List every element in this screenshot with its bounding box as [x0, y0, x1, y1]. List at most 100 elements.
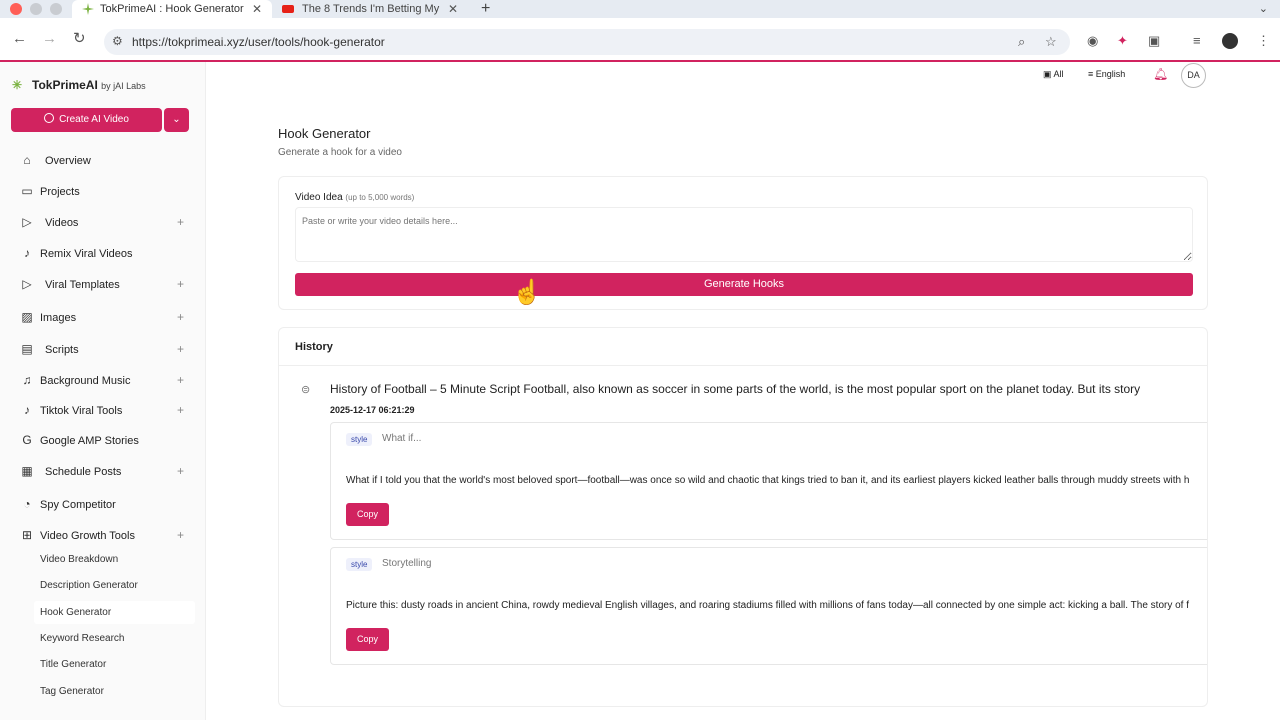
subitem-description-generator[interactable]: Description Generator: [40, 580, 138, 591]
music-icon: ♫: [22, 373, 32, 387]
profile-avatar-icon[interactable]: [1222, 33, 1238, 49]
video-idea-hint: (up to 5,000 words): [345, 193, 415, 202]
spy-icon: ◔: [23, 497, 31, 511]
grid-icon: ⊞: [21, 528, 33, 542]
subitem-tag-generator[interactable]: Tag Generator: [40, 686, 104, 697]
sidebar-item-label: Google AMP Stories: [40, 435, 139, 447]
sidebar-item-overview[interactable]: ⌂ Overview: [0, 150, 205, 172]
media-controls-icon[interactable]: ≡: [1193, 33, 1201, 48]
reload-icon[interactable]: ↻: [73, 30, 86, 48]
history-entry-icon: ⊜: [301, 384, 311, 396]
sidebar-item-label: Scripts: [45, 344, 79, 356]
hook-card: style Storytelling Picture this: dusty r…: [330, 547, 1207, 665]
tab-title: The 8 Trends I'm Betting My: [302, 3, 440, 15]
menu-lines-icon: ≡: [1088, 69, 1094, 79]
extensions-puzzle-icon[interactable]: ▣: [1148, 33, 1160, 49]
bookmark-star-icon[interactable]: ☆: [1045, 34, 1057, 50]
hook-text: What if I told you that the world's most…: [346, 475, 1190, 486]
video-idea-label-text: Video Idea: [295, 192, 343, 203]
history-entry-title[interactable]: History of Football – 5 Minute Script Fo…: [330, 382, 1140, 396]
minimize-window-icon[interactable]: [30, 3, 42, 15]
brand-by: by jAI Labs: [101, 81, 146, 91]
browser-tab-inactive[interactable]: The 8 Trends I'm Betting My ✕: [276, 0, 468, 18]
all-filter-button[interactable]: ▣ All: [1043, 69, 1064, 80]
tab-search-icon[interactable]: ⌄: [1259, 0, 1268, 18]
sidebar-item-video-growth-tools[interactable]: ⊞ Video Growth Tools +: [0, 525, 205, 547]
tokprime-favicon-icon: [82, 3, 94, 15]
style-tag: style: [346, 433, 373, 446]
site-info-icon[interactable]: ⚙: [112, 34, 123, 48]
back-icon[interactable]: ←: [12, 30, 27, 48]
expand-icon[interactable]: +: [177, 403, 184, 417]
zoom-icon[interactable]: ⌕: [1018, 34, 1025, 50]
brand[interactable]: ✳ TokPrimeAI by jAI Labs: [12, 78, 146, 92]
copy-button[interactable]: Copy: [346, 628, 389, 651]
sidebar-item-viral-templates[interactable]: ▷ Viral Templates +: [0, 274, 205, 296]
create-ai-video-button[interactable]: Create AI Video: [11, 108, 162, 132]
close-window-icon[interactable]: [10, 3, 22, 15]
history-title: History: [295, 341, 333, 353]
expand-icon[interactable]: +: [177, 373, 184, 387]
adblock-extension-icon[interactable]: ◉: [1087, 33, 1098, 49]
sidebar-item-projects[interactable]: ▭ Projects: [0, 181, 205, 203]
image-icon: ▨: [21, 310, 33, 324]
hook-input-card: Video Idea (up to 5,000 words) Generate …: [278, 176, 1208, 310]
sidebar-item-label: Viral Templates: [45, 279, 120, 291]
expand-icon[interactable]: +: [177, 215, 184, 229]
language-selector[interactable]: ≡ English: [1088, 69, 1125, 79]
sidebar-item-spy-competitor[interactable]: ◔ Spy Competitor: [0, 494, 205, 516]
generate-hooks-button[interactable]: Generate Hooks: [295, 273, 1193, 296]
sidebar-item-label: Images: [40, 312, 77, 324]
new-tab-icon[interactable]: +: [481, 0, 490, 17]
notification-bell-icon[interactable]: 🔔︎: [1153, 67, 1168, 81]
sidebar-item-tiktok-viral-tools[interactable]: ♪ Tiktok Viral Tools +: [0, 400, 205, 422]
hook-text: Picture this: dusty roads in ancient Chi…: [346, 600, 1190, 611]
divider: [279, 365, 1207, 366]
tab-close-icon[interactable]: ✕: [448, 0, 458, 18]
tokprime-logo-icon: ✳: [12, 78, 23, 92]
home-icon: ⌂: [23, 153, 31, 167]
expand-icon[interactable]: +: [177, 528, 184, 542]
url-text: https://tokprimeai.xyz/user/tools/hook-g…: [132, 35, 385, 49]
sidebar-item-images[interactable]: ▨ Images +: [0, 307, 205, 329]
forward-icon[interactable]: →: [42, 30, 57, 48]
subitem-keyword-research[interactable]: Keyword Research: [40, 633, 124, 644]
sidebar-item-background-music[interactable]: ♫ Background Music +: [0, 370, 205, 392]
sidebar-item-videos[interactable]: ▷ Videos +: [0, 212, 205, 234]
folder-icon: ▭: [21, 184, 33, 198]
hook-style: What if...: [382, 433, 422, 444]
sidebar-item-label: Projects: [40, 186, 80, 198]
expand-icon[interactable]: +: [177, 277, 184, 291]
address-bar[interactable]: ⚙ https://tokprimeai.xyz/user/tools/hook…: [104, 29, 1070, 55]
copy-button[interactable]: Copy: [346, 503, 389, 526]
extension-icon[interactable]: ✦: [1117, 33, 1128, 49]
sidebar-item-google-amp-stories[interactable]: G Google AMP Stories: [0, 430, 205, 452]
subitem-hook-generator[interactable]: Hook Generator: [40, 607, 111, 618]
subitem-video-breakdown[interactable]: Video Breakdown: [40, 554, 118, 565]
chevron-down-icon: ⌄: [172, 114, 181, 125]
tab-close-icon[interactable]: ✕: [252, 0, 262, 18]
sidebar-item-schedule-posts[interactable]: ▦ Schedule Posts +: [0, 461, 205, 483]
browser-menu-icon[interactable]: ⋮: [1257, 33, 1270, 49]
google-icon: G: [22, 433, 32, 447]
sidebar-item-label: Spy Competitor: [40, 499, 116, 511]
play-icon: [44, 113, 55, 123]
expand-icon[interactable]: +: [177, 464, 184, 478]
create-dropdown-button[interactable]: ⌄: [164, 108, 189, 132]
browser-tab-bar: TokPrimeAI : Hook Generator ✕ The 8 Tren…: [0, 0, 1280, 18]
sidebar-item-remix-viral-videos[interactable]: ♪ Remix Viral Videos: [0, 243, 205, 265]
briefcase-icon: ▣: [1043, 69, 1052, 79]
brand-name: TokPrimeAI: [32, 78, 98, 92]
video-idea-input[interactable]: [295, 207, 1193, 262]
browser-tab-active[interactable]: TokPrimeAI : Hook Generator ✕: [72, 0, 272, 18]
sidebar-item-scripts[interactable]: ▤ Scripts +: [0, 339, 205, 361]
maximize-window-icon[interactable]: [50, 3, 62, 15]
play-circle-icon: ▷: [22, 215, 32, 229]
expand-icon[interactable]: +: [177, 342, 184, 356]
user-avatar[interactable]: DA: [1181, 63, 1206, 88]
play-circle-icon: ▷: [22, 277, 32, 291]
page-title: Hook Generator: [278, 126, 371, 141]
sidebar-item-label: Tiktok Viral Tools: [40, 405, 123, 417]
subitem-title-generator[interactable]: Title Generator: [40, 659, 106, 670]
expand-icon[interactable]: +: [177, 310, 184, 324]
